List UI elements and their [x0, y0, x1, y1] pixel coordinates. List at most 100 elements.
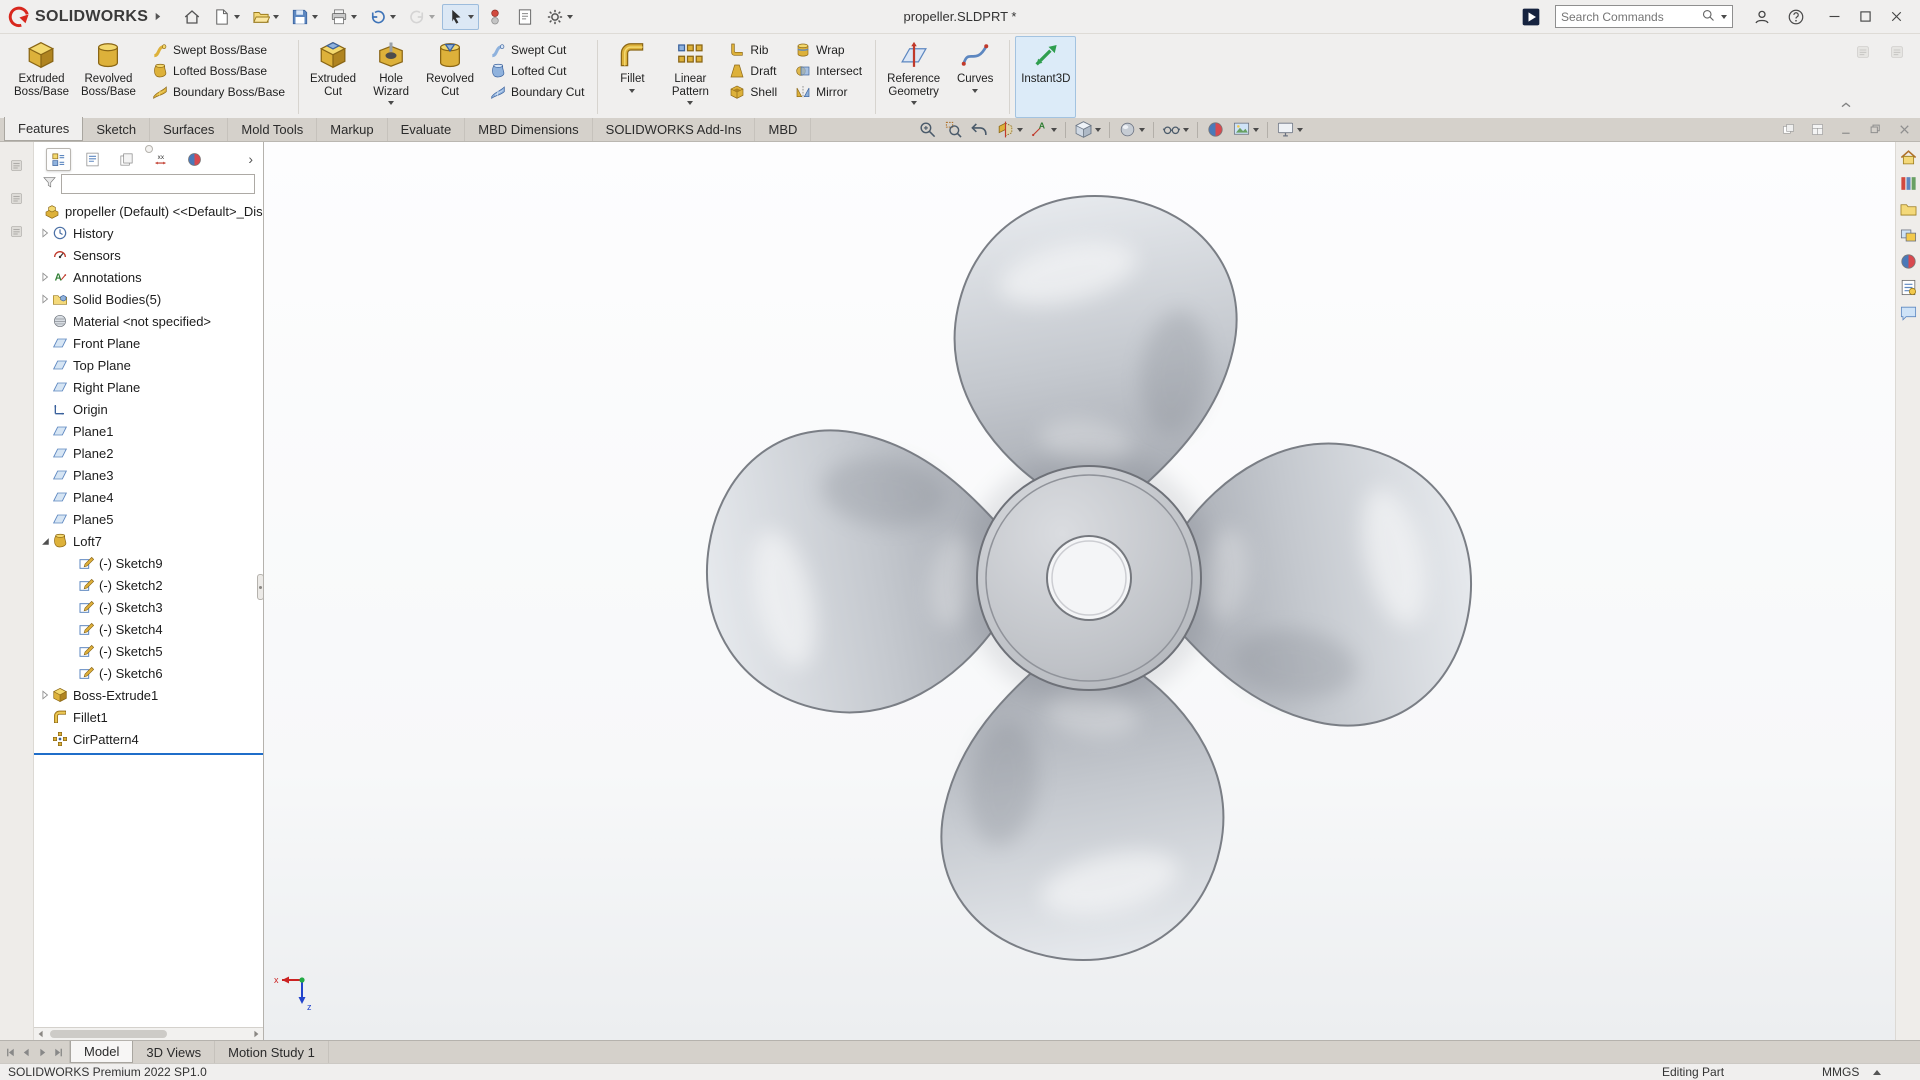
document-close-button[interactable]: [1897, 122, 1912, 137]
scroll-right-button[interactable]: [249, 1028, 263, 1040]
ribbon-swept-cut-button[interactable]: Swept Cut: [486, 40, 588, 60]
open-button[interactable]: [247, 4, 284, 30]
help-button[interactable]: [1782, 4, 1810, 30]
tree-item-plane1[interactable]: Plane1: [34, 420, 263, 442]
appearances-scenes-button[interactable]: [1898, 251, 1919, 272]
tab-features[interactable]: Features: [4, 117, 83, 141]
bottom-tab-motion-study-1[interactable]: Motion Study 1: [215, 1041, 329, 1063]
view-settings-button[interactable]: [1273, 119, 1306, 140]
tree-item-boss-extrude1[interactable]: Boss-Extrude1: [34, 684, 263, 706]
tree-horizontal-scrollbar[interactable]: [34, 1027, 263, 1040]
ribbon-draft-button[interactable]: Draft: [725, 61, 781, 81]
search-caret-icon[interactable]: [1721, 15, 1727, 19]
ribbon-mirror-button[interactable]: Mirror: [791, 82, 866, 102]
tree-item-sketch6[interactable]: (-) Sketch6: [34, 662, 263, 684]
tab-mbd[interactable]: MBD: [755, 118, 811, 141]
panel-splitter-handle[interactable]: [145, 145, 153, 153]
ribbon-lofted-cut-button[interactable]: Lofted Cut: [486, 61, 588, 81]
tree-item-sketch3[interactable]: (-) Sketch3: [34, 596, 263, 618]
apply-scene-button[interactable]: [1229, 119, 1262, 140]
ribbon-lofted-boss-base-button[interactable]: Lofted Boss/Base: [148, 61, 289, 81]
select-button[interactable]: [442, 4, 479, 30]
ribbon-extruded-cut-button[interactable]: ExtrudedCut: [304, 36, 362, 118]
tab-mold-tools[interactable]: Mold Tools: [228, 118, 317, 141]
ribbon-wrap-button[interactable]: Wrap: [791, 40, 866, 60]
tree-item-cirpattern4[interactable]: CirPattern4: [34, 728, 263, 750]
graphics-area[interactable]: x z: [264, 142, 1895, 1040]
tree-item-sketch4[interactable]: (-) Sketch4: [34, 618, 263, 640]
tab-sketch[interactable]: Sketch: [83, 118, 150, 141]
scroll-left-button[interactable]: [34, 1028, 48, 1040]
tree-item-plane5[interactable]: Plane5: [34, 508, 263, 530]
ribbon-revolved-boss-base-button[interactable]: RevolvedBoss/Base: [75, 36, 142, 118]
redo-button[interactable]: [403, 4, 440, 30]
view-orientation-button[interactable]: [1071, 119, 1104, 140]
rebuild-button[interactable]: [481, 4, 509, 30]
propertymanager-tab[interactable]: [80, 148, 105, 171]
panel-resize-handle[interactable]: [257, 574, 264, 600]
tab-scroll-last-button[interactable]: [51, 1045, 66, 1060]
ribbon-shell-button[interactable]: Shell: [725, 82, 781, 102]
collapse-ribbon-button[interactable]: [1838, 97, 1854, 116]
propeller-model[interactable]: [679, 168, 1499, 988]
menu-expand-arrow-icon[interactable]: [153, 12, 162, 21]
ribbon-instant3d-button[interactable]: Instant3D: [1015, 36, 1076, 118]
ribbon-curves-button[interactable]: Curves: [946, 36, 1004, 118]
undo-button[interactable]: [364, 4, 401, 30]
zoom-to-area-button[interactable]: [941, 119, 966, 140]
scrollbar-thumb[interactable]: [50, 1030, 167, 1038]
left-pane-1-button[interactable]: [9, 158, 24, 173]
tab-markup[interactable]: Markup: [317, 118, 387, 141]
tree-expander-expanded-icon[interactable]: [38, 536, 52, 546]
ribbon-boundary-boss-base-button[interactable]: Boundary Boss/Base: [148, 82, 289, 102]
panel-tabs-overflow-button[interactable]: ›: [244, 151, 257, 167]
left-pane-2-button[interactable]: [9, 191, 24, 206]
tab-surfaces[interactable]: Surfaces: [150, 118, 228, 141]
window-cascade-button[interactable]: [1781, 122, 1796, 137]
threedexperience-compass-button[interactable]: [1516, 3, 1546, 31]
new-document-button[interactable]: [208, 4, 245, 30]
tree-item-solid-bodies-5[interactable]: Solid Bodies(5): [34, 288, 263, 310]
bottom-tab-model[interactable]: Model: [70, 1041, 133, 1063]
tree-item-history[interactable]: History: [34, 222, 263, 244]
solidworks-resources-button[interactable]: [1898, 147, 1919, 168]
scrollbar-track[interactable]: [48, 1028, 249, 1040]
tab-scroll-first-button[interactable]: [3, 1045, 18, 1060]
custom-properties-button[interactable]: [1898, 277, 1919, 298]
tree-item-sketch5[interactable]: (-) Sketch5: [34, 640, 263, 662]
zoom-to-fit-button[interactable]: [915, 119, 940, 140]
tab-solidworks-add-ins[interactable]: SOLIDWORKS Add-Ins: [593, 118, 756, 141]
hide-show-items-button[interactable]: [1159, 119, 1192, 140]
tree-item-plane4[interactable]: Plane4: [34, 486, 263, 508]
tree-item-annotations[interactable]: AAnnotations: [34, 266, 263, 288]
document-restore-button[interactable]: [1868, 122, 1883, 137]
ribbon-linear-pattern-button[interactable]: LinearPattern: [661, 36, 719, 118]
tree-item-root-part[interactable]: propeller (Default) <<Default>_Display: [34, 200, 263, 222]
tree-expander-collapsed-icon[interactable]: [38, 272, 52, 282]
options-button[interactable]: [541, 4, 578, 30]
tab-evaluate[interactable]: Evaluate: [388, 118, 466, 141]
rollback-bar[interactable]: [34, 753, 263, 755]
print-button[interactable]: [325, 4, 362, 30]
maximize-button[interactable]: [1850, 6, 1881, 27]
bottom-tab-3d-views[interactable]: 3D Views: [133, 1041, 215, 1063]
design-library-button[interactable]: [1898, 173, 1919, 194]
left-pane-3-button[interactable]: [9, 224, 24, 239]
ribbon-pin-button[interactable]: [1884, 40, 1910, 64]
search-icon-slot[interactable]: [1701, 8, 1716, 26]
tree-filter-input[interactable]: [61, 174, 255, 194]
ribbon-intersect-button[interactable]: Intersect: [791, 61, 866, 81]
home-button[interactable]: [178, 4, 206, 30]
tree-item-sketch9[interactable]: (-) Sketch9: [34, 552, 263, 574]
tree-expander-collapsed-icon[interactable]: [38, 294, 52, 304]
ribbon-revolved-cut-button[interactable]: RevolvedCut: [420, 36, 480, 118]
tree-item-origin[interactable]: Origin: [34, 398, 263, 420]
tree-item-fillet1[interactable]: Fillet1: [34, 706, 263, 728]
save-button[interactable]: [286, 4, 323, 30]
ribbon-rib-button[interactable]: Rib: [725, 40, 781, 60]
view-palette-button[interactable]: [1898, 225, 1919, 246]
file-properties-button[interactable]: [511, 4, 539, 30]
units-selector[interactable]: MMGS: [1822, 1065, 1881, 1079]
tab-mbd-dimensions[interactable]: MBD Dimensions: [465, 118, 592, 141]
display-style-button[interactable]: [1115, 119, 1148, 140]
